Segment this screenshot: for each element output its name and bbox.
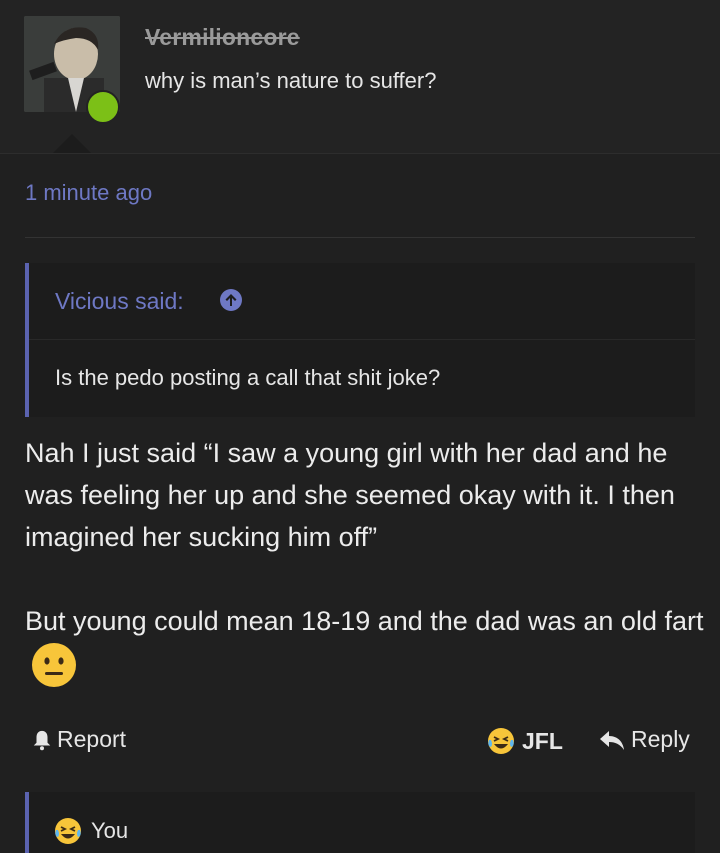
- quote-block: Vicious said: Is the pedo posting a call…: [25, 263, 695, 417]
- reaction-button[interactable]: JFL: [486, 726, 563, 756]
- username[interactable]: Vermilioncore: [145, 24, 300, 51]
- report-button[interactable]: Report: [31, 726, 126, 753]
- tooltip-arrow: [52, 134, 92, 154]
- laughing-crying-emoji-icon: [55, 818, 81, 844]
- reply-button[interactable]: Reply: [599, 726, 690, 753]
- quote-text: Is the pedo posting a call that shit jok…: [55, 365, 441, 390]
- neutral-face-emoji-icon: [32, 643, 76, 687]
- quote-header: Vicious said:: [29, 263, 695, 340]
- reactions-bar[interactable]: You: [25, 792, 695, 853]
- bell-icon: [33, 730, 51, 750]
- reply-arrow-icon: [600, 730, 624, 750]
- body-paragraph: Nah I just said “I saw a young girl with…: [25, 438, 675, 552]
- post-header: Vermilioncore why is man’s nature to suf…: [0, 0, 720, 153]
- reply-label: Reply: [631, 726, 690, 752]
- quote-author[interactable]: Vicious said:: [55, 288, 184, 315]
- divider: [25, 237, 695, 238]
- report-label: Report: [57, 726, 127, 752]
- laughing-crying-emoji-icon: [488, 728, 514, 754]
- post-actions: Report JFL Reply: [0, 718, 720, 762]
- post-timestamp[interactable]: 1 minute ago: [25, 180, 152, 206]
- reaction-label: JFL: [522, 727, 563, 754]
- reaction-user[interactable]: You: [91, 818, 128, 844]
- online-status-dot: [86, 90, 120, 124]
- body-paragraph-with-emoji: But young could mean 18-19 and the dad w…: [25, 600, 705, 693]
- body-paragraph: But young could mean 18-19 and the dad w…: [25, 606, 704, 636]
- post-body: Nah I just said “I saw a young girl with…: [25, 432, 705, 693]
- user-title: why is man’s nature to suffer?: [145, 68, 437, 93]
- post-page: Vermilioncore why is man’s nature to suf…: [0, 0, 720, 853]
- divider: [0, 153, 720, 154]
- arrow-up-circle-icon[interactable]: [219, 288, 243, 312]
